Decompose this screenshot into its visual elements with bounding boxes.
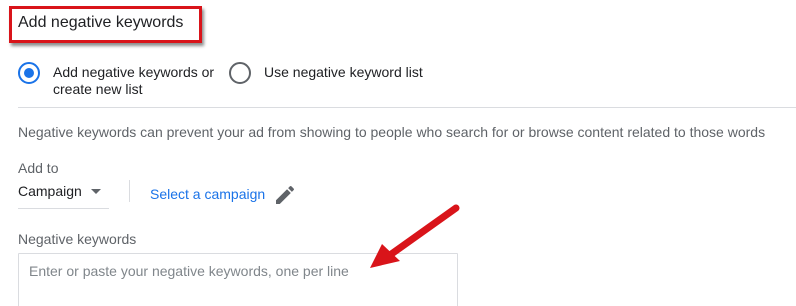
select-campaign-link[interactable]: Select a campaign [150, 186, 265, 202]
negative-keywords-description: Negative keywords can prevent your ad fr… [18, 124, 766, 140]
pencil-icon[interactable] [273, 183, 297, 207]
radio-button-selected[interactable] [18, 62, 40, 84]
radio-dot [24, 68, 34, 78]
vertical-divider [129, 180, 130, 202]
add-to-label: Add to [18, 160, 59, 176]
radio-label-add-negative-keywords: Add negative keywords or create new list [53, 64, 215, 97]
caret-down-icon [91, 189, 101, 194]
negative-keywords-label: Negative keywords [18, 231, 137, 247]
radio-label-use-negative-keyword-list: Use negative keyword list [264, 64, 423, 80]
red-arrow [370, 204, 460, 268]
divider [18, 107, 796, 108]
add-to-dropdown[interactable]: Campaign [18, 181, 109, 209]
radio-button-unselected[interactable] [229, 62, 251, 84]
section-title: Add negative keywords [18, 14, 184, 31]
add-to-selected-value: Campaign [18, 183, 82, 199]
